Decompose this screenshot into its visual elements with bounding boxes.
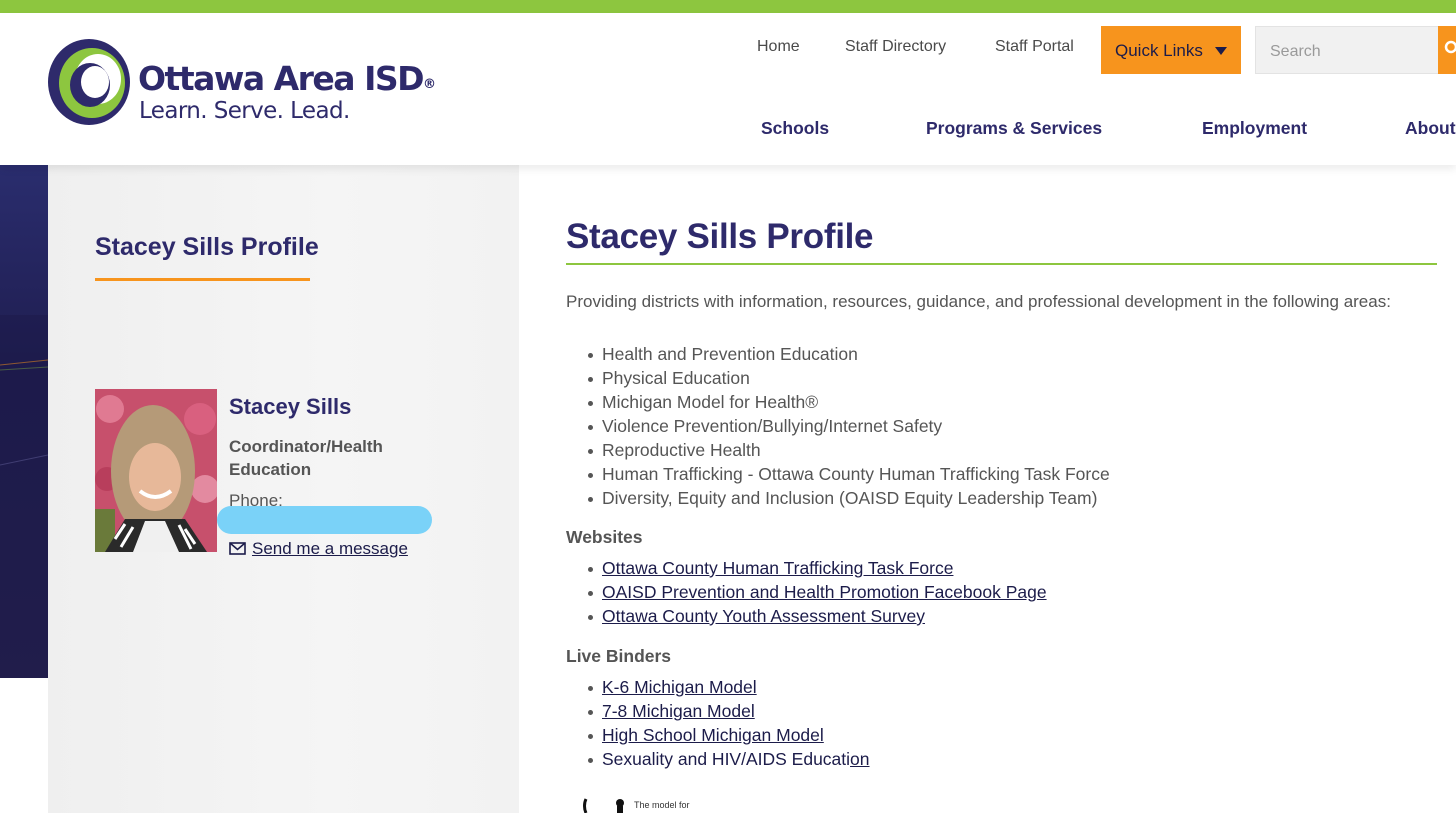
- quick-links-dropdown[interactable]: Quick Links: [1101, 26, 1241, 74]
- websites-heading: Websites: [566, 527, 643, 547]
- binder-item-text: Sexuality and HIV/AIDS Educati: [602, 749, 851, 769]
- list-item: Reproductive Health: [588, 438, 1110, 462]
- figure-logo-icon: [583, 798, 624, 813]
- logo-caption: The model for: [634, 800, 690, 810]
- title-divider: [566, 263, 1437, 265]
- decorative-side-band: [0, 165, 48, 678]
- binder-link[interactable]: 7-8 Michigan Model: [588, 699, 870, 723]
- nav-schools[interactable]: Schools: [761, 118, 829, 139]
- list-item: Michigan Model for Health®: [588, 390, 1110, 414]
- nav-home-link[interactable]: Home: [757, 38, 800, 56]
- send-message-label: Send me a message: [252, 539, 408, 558]
- sidebar-title: Stacey Sills Profile: [95, 233, 319, 261]
- list-item: Human Trafficking - Ottawa County Human …: [588, 462, 1110, 486]
- page-title: Stacey Sills Profile: [566, 217, 874, 256]
- list-item: Violence Prevention/Bullying/Internet Sa…: [588, 414, 1110, 438]
- websites-list: Ottawa County Human Trafficking Task For…: [588, 556, 1047, 628]
- list-item: Health and Prevention Education: [588, 342, 1110, 366]
- intro-text: Providing districts with information, re…: [566, 292, 1391, 311]
- live-binders-heading: Live Binders: [566, 646, 672, 666]
- redacted-phone-number: [217, 506, 432, 534]
- logo-swirl-icon: [48, 39, 130, 125]
- caret-down-icon: [1215, 47, 1227, 55]
- search-button[interactable]: [1438, 26, 1456, 74]
- list-item: Diversity, Equity and Inclusion (OAISD E…: [588, 486, 1110, 510]
- search-icon: [1444, 40, 1456, 54]
- sidebar-title-underline: [95, 278, 310, 281]
- binder-item-sexuality-hiv: Sexuality and HIV/AIDS Education: [588, 747, 870, 771]
- nav-staff-directory-link[interactable]: Staff Directory: [845, 38, 946, 56]
- mail-icon: [229, 542, 246, 555]
- binder-link[interactable]: K-6 Michigan Model: [588, 675, 870, 699]
- site-logo[interactable]: Ottawa Area ISD® Learn. Serve. Lead.: [46, 37, 466, 129]
- search-input[interactable]: Search: [1255, 26, 1440, 74]
- michigan-model-logo: The model for: [578, 795, 728, 813]
- quick-links-label: Quick Links: [1115, 41, 1203, 60]
- nav-staff-portal-link[interactable]: Staff Portal: [995, 38, 1074, 56]
- top-accent-bar: [0, 0, 1456, 13]
- site-header: Ottawa Area ISD® Learn. Serve. Lead. Hom…: [0, 13, 1456, 165]
- sidebar: Stacey Sills Profile Stacey Sills Coordi…: [48, 165, 519, 813]
- profile-photo: [95, 389, 217, 552]
- website-link[interactable]: Ottawa County Youth Assessment Survey: [588, 604, 1047, 628]
- areas-list: Health and Prevention Education Physical…: [588, 342, 1110, 510]
- search-placeholder: Search: [1270, 43, 1321, 60]
- logo-name: Ottawa Area ISD®: [138, 59, 436, 98]
- binders-list: K-6 Michigan Model 7-8 Michigan Model Hi…: [588, 675, 870, 771]
- binder-item-link-fragment[interactable]: on: [850, 749, 869, 769]
- nav-employment[interactable]: Employment: [1202, 118, 1307, 139]
- decorative-lines: [0, 315, 48, 678]
- website-link[interactable]: OAISD Prevention and Health Promotion Fa…: [588, 580, 1047, 604]
- send-message-link[interactable]: Send me a message: [229, 539, 408, 559]
- logo-tagline: Learn. Serve. Lead.: [139, 98, 350, 124]
- profile-job-title: Coordinator/Health Education: [229, 437, 383, 479]
- binder-link[interactable]: High School Michigan Model: [588, 723, 870, 747]
- nav-programs-services[interactable]: Programs & Services: [926, 118, 1102, 139]
- website-link[interactable]: Ottawa County Human Trafficking Task For…: [588, 556, 1047, 580]
- list-item: Physical Education: [588, 366, 1110, 390]
- profile-name: Stacey Sills: [229, 394, 352, 419]
- nav-about[interactable]: About: [1405, 118, 1456, 139]
